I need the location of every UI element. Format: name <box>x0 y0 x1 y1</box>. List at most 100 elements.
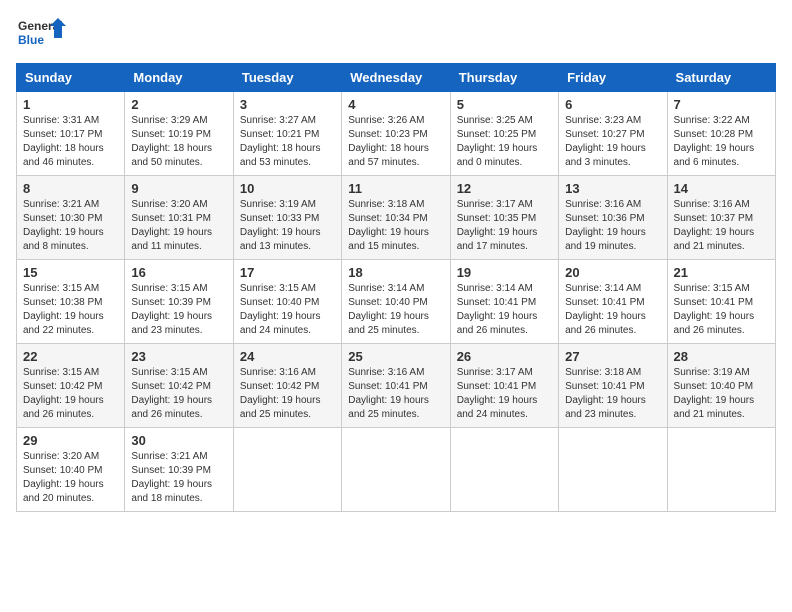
day-number: 3 <box>240 97 335 112</box>
day-info: Sunrise: 3:15 AM Sunset: 10:42 PM Daylig… <box>23 366 118 422</box>
day-cell: 19Sunrise: 3:14 AM Sunset: 10:41 PM Dayl… <box>450 260 558 344</box>
day-cell: 12 Sunrise: 3:17 AM Sunset: 10:35 PM Dayl… <box>450 176 558 260</box>
day-info: Sunrise: 3:18 AM Sunset: 10:34 PM Daylig… <box>348 198 443 254</box>
day-number: 26 <box>457 349 552 364</box>
day-info: Sunrise: 3:21 AM Sunset: 10:30 PM Daylig… <box>23 198 118 254</box>
day-number: 14 <box>674 181 769 196</box>
day-number: 4 <box>348 97 443 112</box>
day-cell: 14Sunrise: 3:16 AM Sunset: 10:37 PM Dayl… <box>667 176 775 260</box>
day-cell <box>342 428 450 512</box>
day-cell: 16 Sunrise: 3:15 AM Sunset: 10:39 PM Dayl… <box>125 260 233 344</box>
day-info: Sunrise: 3:19 AM Sunset: 10:40 PM Daylig… <box>674 366 769 422</box>
day-number: 9 <box>131 181 226 196</box>
header-row: SundayMondayTuesdayWednesdayThursdayFrid… <box>17 64 776 92</box>
day-info: Sunrise: 3:31 AM Sunset: 10:17 PM Daylig… <box>23 114 118 170</box>
day-cell: 17Sunrise: 3:15 AM Sunset: 10:40 PM Dayl… <box>233 260 341 344</box>
svg-text:Blue: Blue <box>18 33 44 47</box>
day-cell: 28 Sunrise: 3:19 AM Sunset: 10:40 PM Dayl… <box>667 344 775 428</box>
day-cell <box>233 428 341 512</box>
day-info: Sunrise: 3:15 AM Sunset: 10:42 PM Daylig… <box>131 366 226 422</box>
day-cell: 24 Sunrise: 3:16 AM Sunset: 10:42 PM Dayl… <box>233 344 341 428</box>
week-row-5: 29 Sunrise: 3:20 AM Sunset: 10:40 PM Dayl… <box>17 428 776 512</box>
day-number: 23 <box>131 349 226 364</box>
day-number: 8 <box>23 181 118 196</box>
day-info: Sunrise: 3:14 AM Sunset: 10:41 PM Daylig… <box>457 282 552 338</box>
day-number: 17 <box>240 265 335 280</box>
week-row-3: 15 Sunrise: 3:15 AM Sunset: 10:38 PM Dayl… <box>17 260 776 344</box>
day-cell: 25 Sunrise: 3:16 AM Sunset: 10:41 PM Dayl… <box>342 344 450 428</box>
day-cell: 27 Sunrise: 3:18 AM Sunset: 10:41 PM Dayl… <box>559 344 667 428</box>
day-cell: 1Sunrise: 3:31 AM Sunset: 10:17 PM Dayli… <box>17 92 125 176</box>
day-number: 11 <box>348 181 443 196</box>
day-number: 30 <box>131 433 226 448</box>
day-info: Sunrise: 3:16 AM Sunset: 10:41 PM Daylig… <box>348 366 443 422</box>
day-header-sunday: Sunday <box>17 64 125 92</box>
day-number: 2 <box>131 97 226 112</box>
day-number: 21 <box>674 265 769 280</box>
day-header-wednesday: Wednesday <box>342 64 450 92</box>
day-number: 29 <box>23 433 118 448</box>
day-number: 27 <box>565 349 660 364</box>
day-info: Sunrise: 3:14 AM Sunset: 10:40 PM Daylig… <box>348 282 443 338</box>
day-cell: 9Sunrise: 3:20 AM Sunset: 10:31 PM Dayli… <box>125 176 233 260</box>
day-cell: 7 Sunrise: 3:22 AM Sunset: 10:28 PM Dayli… <box>667 92 775 176</box>
day-number: 16 <box>131 265 226 280</box>
day-number: 10 <box>240 181 335 196</box>
day-cell: 30Sunrise: 3:21 AM Sunset: 10:39 PM Dayl… <box>125 428 233 512</box>
day-number: 7 <box>674 97 769 112</box>
day-cell: 4 Sunrise: 3:26 AM Sunset: 10:23 PM Dayli… <box>342 92 450 176</box>
day-info: Sunrise: 3:26 AM Sunset: 10:23 PM Daylig… <box>348 114 443 170</box>
day-cell: 15 Sunrise: 3:15 AM Sunset: 10:38 PM Dayl… <box>17 260 125 344</box>
day-number: 15 <box>23 265 118 280</box>
day-header-monday: Monday <box>125 64 233 92</box>
day-info: Sunrise: 3:15 AM Sunset: 10:41 PM Daylig… <box>674 282 769 338</box>
calendar-table: SundayMondayTuesdayWednesdayThursdayFrid… <box>16 63 776 512</box>
day-cell: 5 Sunrise: 3:25 AM Sunset: 10:25 PM Dayli… <box>450 92 558 176</box>
day-cell: 10 Sunrise: 3:19 AM Sunset: 10:33 PM Dayl… <box>233 176 341 260</box>
week-row-1: 1Sunrise: 3:31 AM Sunset: 10:17 PM Dayli… <box>17 92 776 176</box>
day-number: 22 <box>23 349 118 364</box>
day-number: 5 <box>457 97 552 112</box>
day-info: Sunrise: 3:18 AM Sunset: 10:41 PM Daylig… <box>565 366 660 422</box>
day-cell: 23 Sunrise: 3:15 AM Sunset: 10:42 PM Dayl… <box>125 344 233 428</box>
day-info: Sunrise: 3:16 AM Sunset: 10:36 PM Daylig… <box>565 198 660 254</box>
day-info: Sunrise: 3:20 AM Sunset: 10:40 PM Daylig… <box>23 450 118 506</box>
day-info: Sunrise: 3:15 AM Sunset: 10:38 PM Daylig… <box>23 282 118 338</box>
day-number: 28 <box>674 349 769 364</box>
day-header-saturday: Saturday <box>667 64 775 92</box>
logo: GeneralBlue <box>16 16 66 51</box>
day-header-thursday: Thursday <box>450 64 558 92</box>
day-info: Sunrise: 3:16 AM Sunset: 10:42 PM Daylig… <box>240 366 335 422</box>
day-info: Sunrise: 3:27 AM Sunset: 10:21 PM Daylig… <box>240 114 335 170</box>
day-number: 12 <box>457 181 552 196</box>
logo-svg: GeneralBlue <box>16 16 66 51</box>
day-info: Sunrise: 3:23 AM Sunset: 10:27 PM Daylig… <box>565 114 660 170</box>
page-header: GeneralBlue <box>16 16 776 51</box>
day-info: Sunrise: 3:14 AM Sunset: 10:41 PM Daylig… <box>565 282 660 338</box>
day-cell: 18 Sunrise: 3:14 AM Sunset: 10:40 PM Dayl… <box>342 260 450 344</box>
day-number: 25 <box>348 349 443 364</box>
day-cell: 3 Sunrise: 3:27 AM Sunset: 10:21 PM Dayli… <box>233 92 341 176</box>
day-cell: 26 Sunrise: 3:17 AM Sunset: 10:41 PM Dayl… <box>450 344 558 428</box>
day-info: Sunrise: 3:17 AM Sunset: 10:41 PM Daylig… <box>457 366 552 422</box>
day-header-friday: Friday <box>559 64 667 92</box>
day-info: Sunrise: 3:22 AM Sunset: 10:28 PM Daylig… <box>674 114 769 170</box>
day-header-tuesday: Tuesday <box>233 64 341 92</box>
day-cell: 6Sunrise: 3:23 AM Sunset: 10:27 PM Dayli… <box>559 92 667 176</box>
day-cell: 21 Sunrise: 3:15 AM Sunset: 10:41 PM Dayl… <box>667 260 775 344</box>
day-info: Sunrise: 3:15 AM Sunset: 10:39 PM Daylig… <box>131 282 226 338</box>
day-info: Sunrise: 3:19 AM Sunset: 10:33 PM Daylig… <box>240 198 335 254</box>
day-cell: 8 Sunrise: 3:21 AM Sunset: 10:30 PM Dayli… <box>17 176 125 260</box>
day-info: Sunrise: 3:17 AM Sunset: 10:35 PM Daylig… <box>457 198 552 254</box>
day-number: 20 <box>565 265 660 280</box>
day-cell: 20 Sunrise: 3:14 AM Sunset: 10:41 PM Dayl… <box>559 260 667 344</box>
day-info: Sunrise: 3:25 AM Sunset: 10:25 PM Daylig… <box>457 114 552 170</box>
day-info: Sunrise: 3:29 AM Sunset: 10:19 PM Daylig… <box>131 114 226 170</box>
week-row-2: 8 Sunrise: 3:21 AM Sunset: 10:30 PM Dayli… <box>17 176 776 260</box>
day-cell: 13 Sunrise: 3:16 AM Sunset: 10:36 PM Dayl… <box>559 176 667 260</box>
day-cell: 11 Sunrise: 3:18 AM Sunset: 10:34 PM Dayl… <box>342 176 450 260</box>
day-number: 18 <box>348 265 443 280</box>
week-row-4: 22 Sunrise: 3:15 AM Sunset: 10:42 PM Dayl… <box>17 344 776 428</box>
day-number: 13 <box>565 181 660 196</box>
day-number: 24 <box>240 349 335 364</box>
